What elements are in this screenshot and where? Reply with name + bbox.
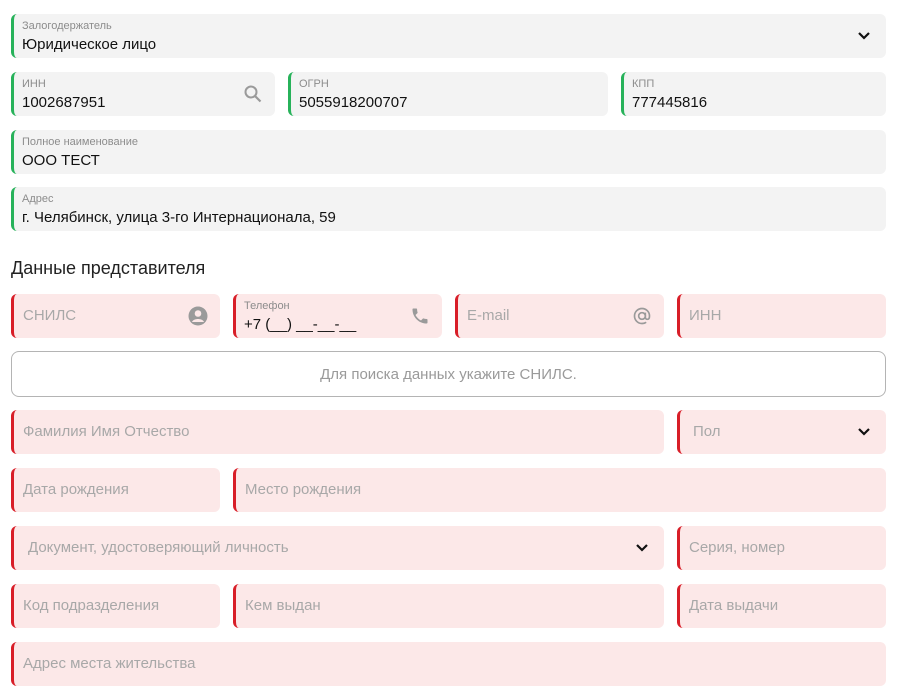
chevron-down-icon[interactable] bbox=[632, 538, 652, 558]
pledge-form: Залогодержатель Юридическое лицо ИНН 100… bbox=[0, 0, 904, 695]
address-field[interactable]: Адрес г. Челябинск, улица 3-го Интернаци… bbox=[11, 187, 886, 231]
issued-by-placeholder: Кем выдан bbox=[245, 597, 321, 614]
phone-icon bbox=[410, 306, 430, 326]
email-field[interactable]: E-mail bbox=[455, 294, 664, 338]
address-value: г. Челябинск, улица 3-го Интернационала,… bbox=[22, 209, 336, 226]
phone-label: Телефон bbox=[244, 300, 290, 312]
dept-code-placeholder: Код подразделения bbox=[23, 597, 160, 614]
birth-place-field[interactable]: Место рождения bbox=[233, 468, 886, 512]
birth-date-field[interactable]: Дата рождения bbox=[11, 468, 220, 512]
id-document-select[interactable]: Документ, удостоверяющий личность bbox=[11, 526, 664, 570]
search-icon[interactable] bbox=[243, 84, 263, 104]
phone-field[interactable]: Телефон +7 (__) __-__-__ bbox=[233, 294, 442, 338]
residence-address-placeholder: Адрес места жительства bbox=[23, 655, 196, 672]
series-number-placeholder: Серия, номер bbox=[689, 539, 785, 556]
snils-search-hint[interactable]: Для поиска данных укажите СНИЛС. bbox=[11, 351, 886, 397]
chevron-down-icon[interactable] bbox=[854, 422, 874, 442]
gender-placeholder: Пол bbox=[693, 423, 721, 440]
user-circle-icon bbox=[188, 306, 208, 326]
rep-inn-field[interactable]: ИНН bbox=[677, 294, 886, 338]
kpp-value: 777445816 bbox=[632, 94, 708, 111]
chevron-down-icon[interactable] bbox=[854, 26, 874, 46]
snils-field[interactable]: СНИЛС bbox=[11, 294, 220, 338]
fio-field[interactable]: Фамилия Имя Отчество bbox=[11, 410, 664, 454]
ogrn-label: ОГРН bbox=[299, 78, 329, 90]
rep-inn-placeholder: ИНН bbox=[689, 307, 722, 324]
series-number-field[interactable]: Серия, номер bbox=[677, 526, 886, 570]
kpp-label: КПП bbox=[632, 78, 655, 90]
fio-placeholder: Фамилия Имя Отчество bbox=[23, 423, 190, 440]
inn-field[interactable]: ИНН 1002687951 bbox=[11, 72, 275, 116]
pledgor-value: Юридическое лицо bbox=[22, 36, 157, 53]
inn-value: 1002687951 bbox=[22, 94, 106, 111]
representative-section-title: Данные представителя bbox=[11, 258, 206, 278]
issue-date-placeholder: Дата выдачи bbox=[689, 597, 779, 614]
snils-placeholder: СНИЛС bbox=[23, 307, 77, 324]
ogrn-value: 5055918200707 bbox=[299, 94, 408, 111]
ogrn-field[interactable]: ОГРН 5055918200707 bbox=[288, 72, 608, 116]
inn-label: ИНН bbox=[22, 78, 46, 90]
birth-date-placeholder: Дата рождения bbox=[23, 481, 129, 498]
full-name-value: ООО ТЕСТ bbox=[22, 152, 100, 169]
kpp-field[interactable]: КПП 777445816 bbox=[621, 72, 886, 116]
email-placeholder: E-mail bbox=[467, 307, 510, 324]
residence-address-field[interactable]: Адрес места жительства bbox=[11, 642, 886, 686]
pledgor-label: Залогодержатель bbox=[22, 20, 112, 32]
at-sign-icon bbox=[632, 306, 652, 326]
full-name-label: Полное наименование bbox=[22, 136, 138, 148]
issued-by-field[interactable]: Кем выдан bbox=[233, 584, 664, 628]
phone-value: +7 (__) __-__-__ bbox=[244, 316, 357, 333]
id-document-placeholder: Документ, удостоверяющий личность bbox=[28, 539, 289, 556]
gender-select[interactable]: Пол bbox=[677, 410, 886, 454]
birth-place-placeholder: Место рождения bbox=[245, 481, 362, 498]
full-name-field[interactable]: Полное наименование ООО ТЕСТ bbox=[11, 130, 886, 174]
issue-date-field[interactable]: Дата выдачи bbox=[677, 584, 886, 628]
dept-code-field[interactable]: Код подразделения bbox=[11, 584, 220, 628]
pledgor-select[interactable]: Залогодержатель Юридическое лицо bbox=[11, 14, 886, 58]
search-hint-text: Для поиска данных укажите СНИЛС. bbox=[320, 365, 577, 383]
address-label: Адрес bbox=[22, 193, 54, 205]
